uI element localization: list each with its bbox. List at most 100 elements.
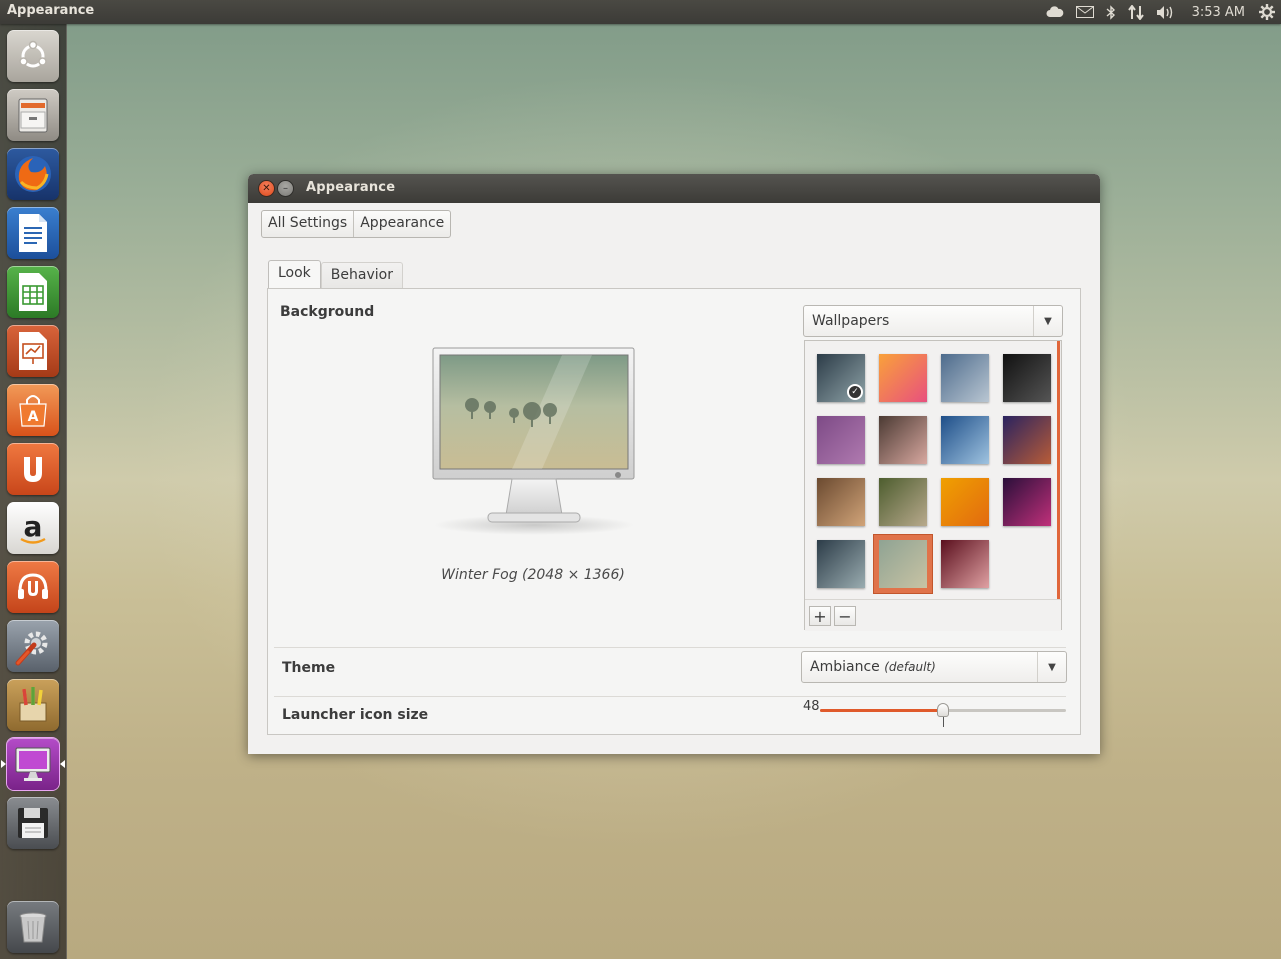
launcher-item-amazon[interactable]: a	[7, 502, 59, 554]
slider-fill	[820, 709, 943, 712]
wallpaper-thumb-14[interactable]	[879, 540, 927, 588]
mail-icon[interactable]	[1075, 6, 1094, 18]
music-icon	[18, 573, 48, 599]
breadcrumb-all-settings[interactable]: All Settings	[262, 211, 353, 237]
pencils-icon	[19, 687, 47, 722]
wallpaper-toolbar: + −	[805, 599, 1061, 631]
svg-text:a: a	[24, 510, 43, 543]
launcher-item-ubuntu-one-music[interactable]	[7, 561, 59, 613]
ubuntu-logo-icon	[19, 40, 47, 68]
separator	[274, 647, 1066, 648]
theme-name: Ambiance	[810, 659, 880, 675]
launcher-item-libreoffice-writer[interactable]	[7, 207, 59, 259]
calc-icon	[19, 273, 47, 311]
focused-app-indicator	[60, 760, 65, 768]
wallpaper-thumb-4[interactable]	[1003, 354, 1051, 402]
close-icon: ✕	[262, 182, 271, 194]
theme-combo[interactable]: Ambiance (default) ▼	[801, 651, 1067, 683]
impress-icon	[19, 332, 47, 370]
gear-icon[interactable]	[1259, 4, 1275, 20]
svg-text:A: A	[28, 409, 39, 425]
clock[interactable]: 3:53 AM	[1192, 5, 1245, 20]
wallpaper-thumb-7[interactable]	[941, 416, 989, 464]
launcher-icon-size-value: 48	[803, 699, 820, 714]
tab-bar: Look Behavior	[268, 260, 403, 289]
wallpaper-thumb-6[interactable]	[879, 416, 927, 464]
launcher: A a	[0, 24, 67, 959]
wallpaper-preview	[432, 347, 636, 541]
tab-behavior[interactable]: Behavior	[320, 262, 403, 289]
wallpaper-thumb-5[interactable]	[817, 416, 865, 464]
wallpaper-grid[interactable]: ✓	[805, 341, 1060, 599]
wallpaper-thumb-3[interactable]	[941, 354, 989, 402]
wallpaper-name: Winter Fog (2048 × 1366)	[441, 567, 625, 583]
window-title: Appearance	[306, 180, 396, 195]
shopping-bag-icon: A	[19, 395, 47, 427]
writer-icon	[19, 214, 47, 252]
launcher-item-system-settings[interactable]	[7, 620, 59, 672]
wallpaper-thumb-15[interactable]	[941, 540, 989, 588]
appearance-window: ✕ – Appearance All Settings Appearance L…	[248, 174, 1100, 754]
wallpaper-source-value: Wallpapers	[812, 313, 890, 329]
monitor-icon	[15, 747, 51, 781]
wallpaper-thumb-1[interactable]: ✓	[817, 354, 865, 402]
wallpaper-source-combo[interactable]: Wallpapers ▼	[803, 305, 1063, 337]
launcher-item-text-editor[interactable]	[7, 679, 59, 731]
launcher-item-removable-drive[interactable]	[7, 797, 59, 849]
theme-label: Theme	[282, 660, 336, 676]
wallpaper-thumb-12[interactable]	[1003, 478, 1051, 526]
launcher-item-libreoffice-calc[interactable]	[7, 266, 59, 318]
breadcrumb-appearance[interactable]: Appearance	[353, 211, 450, 237]
launcher-item-libreoffice-impress[interactable]	[7, 325, 59, 377]
launcher-item-ubuntu-one[interactable]	[7, 443, 59, 495]
indicator-area: 3:53 AM	[1040, 0, 1281, 24]
wallpaper-thumb-9[interactable]	[817, 478, 865, 526]
top-panel: Appearance 3:53 AM	[0, 0, 1281, 24]
add-wallpaper-button[interactable]: +	[809, 606, 831, 626]
launcher-icon-size-label: Launcher icon size	[282, 707, 429, 723]
minimize-button[interactable]: –	[278, 181, 293, 196]
firefox-icon	[15, 156, 51, 192]
slider-tick	[943, 717, 944, 727]
ubuntu-one-icon	[24, 457, 42, 482]
file-cabinet-icon	[18, 98, 48, 133]
launcher-item-appearance[interactable]	[7, 738, 59, 790]
wallpaper-chooser: ✓ + −	[804, 340, 1062, 631]
bluetooth-icon[interactable]	[1106, 4, 1116, 20]
tab-look[interactable]: Look	[268, 260, 321, 289]
theme-note: (default)	[884, 660, 936, 674]
wallpaper-thumb-2[interactable]	[879, 354, 927, 402]
minimize-icon: –	[283, 182, 288, 194]
close-button[interactable]: ✕	[259, 181, 274, 196]
slideshow-clock-icon: ✓	[847, 384, 863, 400]
launcher-item-files[interactable]	[7, 89, 59, 141]
window-titlebar[interactable]: ✕ – Appearance	[248, 174, 1100, 203]
theme-value: Ambiance (default)	[802, 659, 1037, 675]
wallpaper-thumb-11[interactable]	[941, 478, 989, 526]
volume-icon[interactable]	[1156, 5, 1176, 20]
chevron-down-icon: ▼	[1033, 306, 1062, 336]
launcher-item-dash-home[interactable]	[7, 30, 59, 82]
launcher-item-firefox[interactable]	[7, 148, 59, 200]
background-label: Background	[280, 304, 375, 320]
amazon-icon: a	[20, 510, 46, 544]
settings-icon	[15, 631, 48, 666]
launcher-item-trash[interactable]	[7, 901, 59, 953]
chevron-down-icon: ▼	[1037, 652, 1066, 682]
launcher-item-ubuntu-software-center[interactable]: A	[7, 384, 59, 436]
breadcrumb: All Settings Appearance	[261, 210, 452, 238]
wallpaper-thumb-10[interactable]	[879, 478, 927, 526]
panel-app-title: Appearance	[7, 3, 95, 18]
active-app-indicator	[1, 760, 6, 768]
slider-handle[interactable]	[937, 703, 949, 717]
floppy-icon	[18, 808, 48, 838]
remove-wallpaper-button[interactable]: −	[834, 606, 856, 626]
network-icon[interactable]	[1127, 4, 1144, 20]
look-page: Background Winter Fog (2048 × 1366) Wall…	[267, 288, 1081, 735]
wallpaper-thumb-13[interactable]	[817, 540, 865, 588]
cloud-icon[interactable]	[1046, 6, 1064, 18]
wallpaper-thumb-8[interactable]	[1003, 416, 1051, 464]
separator	[274, 696, 1066, 697]
trash-icon	[19, 912, 47, 943]
launcher-icon-size-slider[interactable]	[820, 703, 1066, 727]
